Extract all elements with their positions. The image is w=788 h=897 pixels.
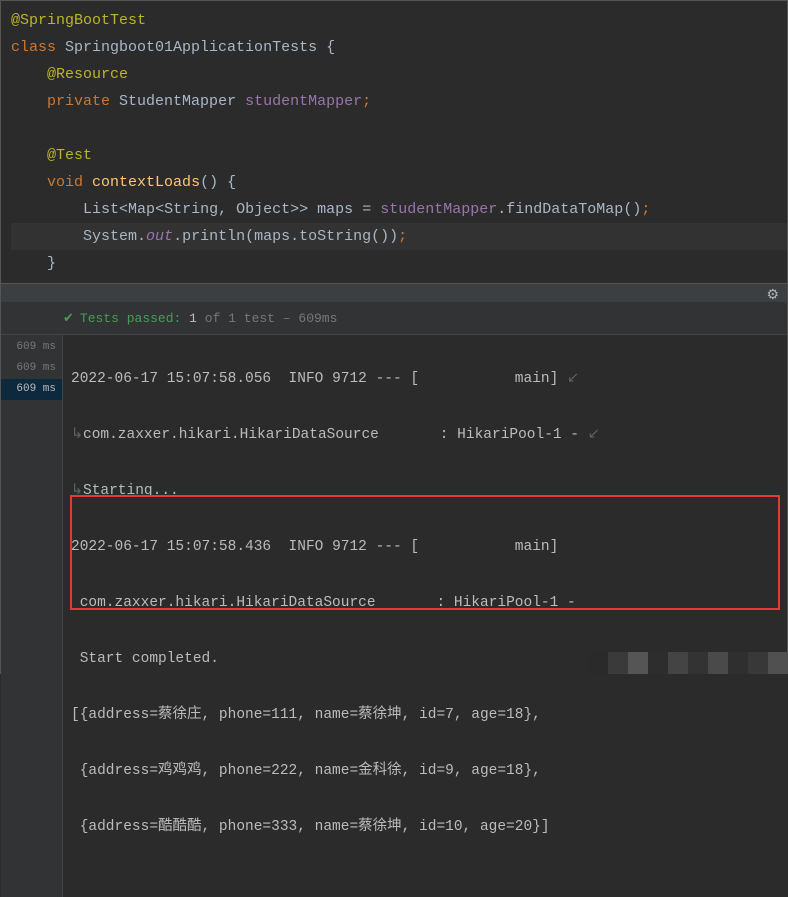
keyword-void: void xyxy=(47,174,83,191)
soft-wrap-icon: ↙ xyxy=(567,365,579,393)
annotation-springboottest: @SpringBootTest xyxy=(11,12,146,29)
tests-passed-count: 1 xyxy=(189,311,197,326)
keyword-private: private xyxy=(47,93,110,110)
pixelated-overlay xyxy=(588,652,788,674)
panel-divider: ⚙ xyxy=(1,283,787,303)
annotation-resource: @Resource xyxy=(47,66,128,83)
log-line: ↳com.zaxxer.hikari.HikariDataSource : Hi… xyxy=(71,421,787,449)
log-line: 2022-06-17 15:07:58.056 INFO 9712 --- [ … xyxy=(71,365,787,393)
console-output[interactable]: 2022-06-17 15:07:58.056 INFO 9712 --- [ … xyxy=(63,335,787,897)
tests-duration: – 609ms xyxy=(283,311,338,326)
log-line: com.zaxxer.hikari.HikariDataSource : Hik… xyxy=(71,589,787,617)
output-line: {address=鸡鸡鸡, phone=222, name=金科徐, id=9,… xyxy=(71,757,787,785)
log-line: 2022-06-17 15:07:58.436 INFO 9712 --- [ … xyxy=(71,533,787,561)
field-name: studentMapper xyxy=(245,93,362,110)
timing-row[interactable]: 609 ms xyxy=(1,358,62,379)
code-editor[interactable]: @SpringBootTest class Springboot01Applic… xyxy=(1,1,787,283)
soft-wrap-icon: ↙ xyxy=(588,421,600,449)
timing-row[interactable]: 609 ms xyxy=(1,337,62,358)
class-name: Springboot01ApplicationTests xyxy=(65,39,317,56)
timing-column[interactable]: 609 ms 609 ms 609 ms xyxy=(1,335,63,897)
gear-icon[interactable]: ⚙ xyxy=(766,287,779,304)
output-line: [{address=蔡徐庄, phone=111, name=蔡徐坤, id=7… xyxy=(71,701,787,729)
test-status-bar: ✔ Tests passed: 1 of 1 test – 609ms xyxy=(1,303,787,335)
log-line: ↳Starting... xyxy=(71,477,787,505)
timing-row-selected[interactable]: 609 ms xyxy=(1,379,62,400)
annotation-test: @Test xyxy=(47,147,92,164)
soft-wrap-icon: ↳ xyxy=(71,421,83,449)
soft-wrap-icon: ↳ xyxy=(71,477,83,505)
highlighted-line: System.out.println(maps.toString()); xyxy=(11,223,787,250)
method-name: contextLoads xyxy=(92,174,200,191)
field-type: StudentMapper xyxy=(119,93,236,110)
tests-total: of 1 test xyxy=(205,311,275,326)
keyword-class: class xyxy=(11,39,56,56)
tests-passed-label: Tests passed: xyxy=(80,311,181,326)
check-icon: ✔ xyxy=(63,311,74,326)
output-line: {address=酷酷酷, phone=333, name=蔡徐坤, id=10… xyxy=(71,813,787,841)
console-area: 609 ms 609 ms 609 ms 2022-06-17 15:07:58… xyxy=(1,335,787,897)
